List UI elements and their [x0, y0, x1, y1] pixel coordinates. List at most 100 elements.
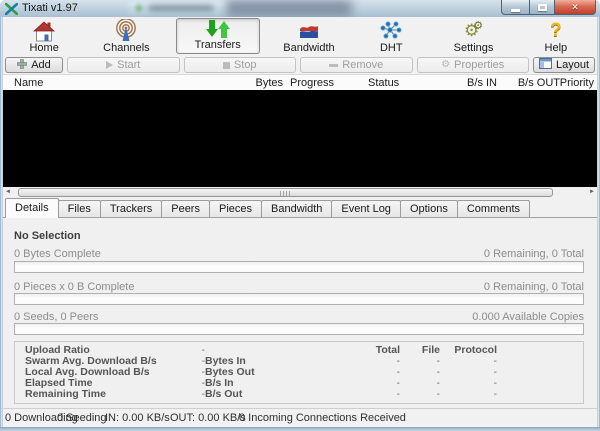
column-progress[interactable]: Progress: [290, 77, 334, 89]
tixati-logo-icon: [5, 2, 18, 14]
seeds-peers-label: 0 Seeds, 0 Peers: [14, 311, 98, 323]
tab-peers[interactable]: Peers: [161, 200, 210, 217]
transfers-icon: [205, 19, 231, 39]
detail-tabbar: Details Files Trackers Peers Pieces Band…: [3, 197, 597, 218]
start-button[interactable]: Start: [67, 57, 180, 73]
bytes-remaining-label: 0 Remaining, 0 Total: [484, 248, 584, 260]
toolbar-label: Help: [545, 42, 568, 54]
available-copies-label: 0.000 Available Copies: [472, 311, 584, 323]
scroll-left-icon[interactable]: ◄: [3, 187, 13, 197]
toolbar-item-transfers[interactable]: Transfers: [176, 18, 260, 54]
status-seeding: 0 Seeding: [57, 412, 107, 424]
properties-button-label: Properties: [454, 59, 504, 71]
transfer-list-body[interactable]: [3, 90, 597, 187]
action-toolbar: Add Start Stop Remove ⚙ Properties: [3, 56, 597, 74]
toolbar-label: Transfers: [195, 39, 241, 51]
column-bs-in[interactable]: B/s IN: [437, 77, 497, 89]
settings-gears-icon: ⚙⚙: [464, 19, 483, 42]
pieces-remaining-label: 0 Remaining, 0 Total: [484, 281, 584, 293]
client-area: Home Channels: [3, 17, 597, 427]
home-icon: [32, 19, 56, 42]
maximize-icon: [538, 4, 547, 11]
stats-col-total: Total: [305, 345, 400, 356]
layout-button-label: Layout: [556, 59, 589, 71]
pieces-progressbar: [14, 293, 584, 305]
maximize-button[interactable]: [529, 0, 555, 15]
availability-progressbar: [14, 323, 584, 335]
tab-files[interactable]: Files: [58, 200, 101, 217]
properties-button[interactable]: ⚙ Properties: [417, 57, 530, 73]
toolbar-item-help[interactable]: ? Help: [515, 17, 597, 56]
stats-row-remaining: Remaining Time - B/s Out - - -: [25, 389, 573, 400]
scrollbar-grip-icon: [280, 191, 292, 196]
layout-button[interactable]: Layout: [533, 57, 595, 73]
help-question-icon: ?: [550, 19, 562, 42]
blurred-overlay: [226, 0, 352, 17]
layout-icon: [539, 58, 552, 72]
minus-icon: [329, 64, 338, 67]
stop-button-label: Stop: [234, 59, 257, 71]
close-icon: ✕: [571, 3, 579, 12]
toolbar-item-channels[interactable]: Channels: [85, 17, 167, 56]
pieces-complete-label: 0 Pieces x 0 B Complete: [14, 281, 134, 293]
column-status[interactable]: Status: [368, 77, 399, 89]
stats-row-local-avg: Local Avg. Download B/s - Bytes Out - - …: [25, 367, 573, 378]
toolbar-label: Home: [29, 42, 58, 54]
column-name[interactable]: Name: [14, 77, 43, 89]
dht-icon: [379, 19, 403, 42]
tixati-window: Tixati v1.97 ✕ Home: [0, 0, 600, 431]
bytes-complete-label: 0 Bytes Complete: [14, 248, 101, 260]
transfer-list-header: Name Bytes Progress Status B/s IN B/s OU…: [3, 74, 597, 90]
stats-col-file: File: [400, 345, 440, 356]
no-selection-label: No Selection: [14, 230, 81, 242]
status-rate-out: OUT: 0.00 KB/s: [170, 412, 246, 424]
bytes-progressbar: [14, 261, 584, 273]
tab-bandwidth[interactable]: Bandwidth: [261, 200, 332, 217]
window-controls: ✕: [501, 0, 596, 15]
scroll-right-icon[interactable]: ►: [587, 187, 597, 197]
statusbar: 0 Downloading 0 Seeding IN: 0.00 KB/s OU…: [3, 408, 597, 427]
horizontal-scrollbar[interactable]: ◄ ►: [3, 187, 597, 197]
remove-button[interactable]: Remove: [300, 57, 413, 73]
toolbar-item-home[interactable]: Home: [3, 17, 85, 56]
toolbar-item-settings[interactable]: ⚙⚙ Settings: [432, 17, 514, 56]
details-panel: No Selection 0 Bytes Complete 0 Remainin…: [3, 218, 597, 408]
stats-row-elapsed: Elapsed Time - B/s In - - -: [25, 378, 573, 389]
play-icon: [106, 61, 113, 69]
tab-options[interactable]: Options: [400, 200, 458, 217]
window-border-bottom: [0, 427, 600, 431]
window-title: Tixati v1.97: [22, 2, 78, 14]
toolbar-item-bandwidth[interactable]: Bandwidth: [268, 17, 350, 56]
remove-button-label: Remove: [342, 59, 383, 71]
tab-pieces[interactable]: Pieces: [209, 200, 262, 217]
start-button-label: Start: [117, 59, 140, 71]
add-button[interactable]: Add: [5, 57, 63, 73]
stop-icon: [223, 62, 230, 69]
channels-icon: [115, 19, 137, 42]
tab-details[interactable]: Details: [5, 198, 59, 218]
stats-col-protocol: Protocol: [440, 345, 497, 356]
toolbar-item-dht[interactable]: DHT: [350, 17, 432, 56]
tab-event-log[interactable]: Event Log: [331, 200, 401, 217]
stats-table: Upload Ratio - Total File Protocol Swarm…: [14, 341, 584, 404]
stop-button[interactable]: Stop: [184, 57, 297, 73]
status-rate-in: IN: 0.00 KB/s: [105, 412, 170, 424]
toolbar-label: Channels: [103, 42, 149, 54]
toolbar-label: DHT: [380, 42, 403, 54]
tab-trackers[interactable]: Trackers: [100, 200, 162, 217]
main-toolbar: Home Channels: [3, 17, 597, 56]
column-bytes[interactable]: Bytes: [223, 77, 283, 89]
minimize-button[interactable]: [501, 0, 529, 15]
bandwidth-icon: [299, 19, 319, 42]
close-button[interactable]: ✕: [555, 0, 596, 15]
minimize-icon: [511, 9, 520, 12]
plus-icon: [17, 59, 27, 72]
toolbar-label: Bandwidth: [283, 42, 334, 54]
tab-comments[interactable]: Comments: [457, 200, 530, 217]
scrollbar-thumb[interactable]: [18, 188, 553, 197]
column-priority[interactable]: Priority: [534, 77, 594, 89]
add-button-label: Add: [31, 59, 51, 71]
titlebar[interactable]: Tixati v1.97 ✕: [0, 0, 600, 17]
blurred-overlay-tab: [128, 1, 230, 15]
status-incoming: 0 Incoming Connections Received: [239, 412, 406, 424]
